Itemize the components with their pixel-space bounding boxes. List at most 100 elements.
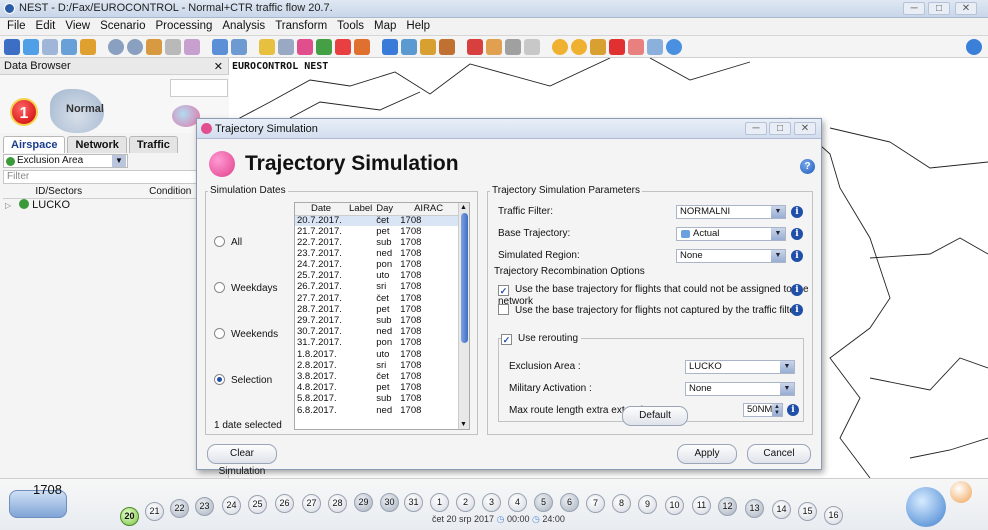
- panel-close-icon[interactable]: ✕: [214, 60, 223, 73]
- layers-icon[interactable]: [278, 38, 294, 55]
- scroll-up-icon[interactable]: ▲: [460, 204, 467, 211]
- globe-icon[interactable]: [666, 38, 682, 55]
- radio-all[interactable]: All: [214, 236, 242, 248]
- timeline-day[interactable]: 29: [354, 493, 373, 512]
- search-icon[interactable]: [950, 481, 972, 503]
- undo-icon[interactable]: [146, 38, 162, 55]
- menu-processing[interactable]: Processing: [151, 18, 216, 35]
- dialog-minimize-button[interactable]: ─: [745, 122, 767, 135]
- menu-map[interactable]: Map: [370, 18, 400, 35]
- chevron-down-icon[interactable]: ▼: [112, 155, 126, 167]
- col-label[interactable]: Label: [347, 203, 375, 216]
- timeline-day[interactable]: 3: [482, 493, 501, 512]
- dialog-maximize-button[interactable]: □: [769, 122, 791, 135]
- menu-file[interactable]: File: [3, 18, 30, 35]
- tools-icon[interactable]: [505, 38, 521, 55]
- import-icon[interactable]: [80, 38, 96, 55]
- timeline-day[interactable]: 10: [665, 496, 684, 515]
- timeline-day[interactable]: 11: [692, 496, 711, 515]
- save-as-icon[interactable]: [61, 38, 77, 55]
- timeline-day[interactable]: 28: [328, 494, 347, 513]
- table-row[interactable]: 30.7.2017. ned 1708: [295, 326, 459, 338]
- timeline-day[interactable]: 25: [248, 495, 267, 514]
- help-icon[interactable]: ?: [800, 159, 815, 174]
- menu-help[interactable]: Help: [402, 18, 434, 35]
- chevron-down-icon[interactable]: ▼: [780, 361, 794, 373]
- simulated-region-select[interactable]: None ▼: [676, 249, 786, 263]
- erase-icon[interactable]: [184, 38, 200, 55]
- open-icon[interactable]: [23, 38, 39, 55]
- timeline-day[interactable]: 13: [745, 499, 764, 518]
- cancel-button[interactable]: Cancel: [747, 444, 811, 464]
- globe-icon[interactable]: [906, 487, 946, 527]
- military-activation-select[interactable]: None ▼: [685, 382, 795, 396]
- table-row[interactable]: 21.7.2017. pet 1708: [295, 226, 459, 237]
- save-icon[interactable]: [42, 38, 58, 55]
- type-selector[interactable]: Exclusion Area ▼: [3, 154, 128, 168]
- timeline-day[interactable]: 16: [824, 506, 843, 525]
- timeline-day[interactable]: 20: [120, 507, 139, 526]
- radio-all-circle[interactable]: [214, 236, 225, 247]
- airspace-icon[interactable]: [259, 38, 275, 55]
- timeline-day[interactable]: 22: [170, 499, 189, 518]
- chevron-down-icon[interactable]: ▼: [771, 206, 785, 218]
- dates-table[interactable]: Date Label Day AIRAC 20.7.2017. čet 1708 21…: [294, 202, 470, 430]
- info-icon[interactable]: i: [791, 250, 803, 262]
- table-row[interactable]: 3.8.2017. čet 1708: [295, 371, 459, 383]
- col-day[interactable]: Day: [374, 203, 399, 216]
- info-icon[interactable]: i: [791, 284, 803, 296]
- table-row[interactable]: 26.7.2017. sri 1708: [295, 282, 459, 293]
- maximize-button[interactable]: □: [928, 2, 950, 15]
- chevron-down-icon[interactable]: ▼: [771, 228, 785, 240]
- window-icon[interactable]: [647, 38, 663, 55]
- table-row[interactable]: 5.8.2017. sub 1708: [295, 394, 459, 405]
- apply-button[interactable]: Apply: [677, 444, 737, 464]
- measure-icon[interactable]: [165, 38, 181, 55]
- table-row[interactable]: 27.7.2017. čet 1708: [295, 293, 459, 304]
- zoom-3d-icon[interactable]: [590, 38, 606, 55]
- flow-icon[interactable]: [335, 38, 351, 55]
- timeline-day[interactable]: 14: [772, 500, 791, 519]
- radio-weekdays[interactable]: Weekdays: [214, 282, 278, 294]
- new-icon[interactable]: [4, 38, 20, 55]
- export-icon[interactable]: [524, 38, 540, 55]
- menu-transform[interactable]: Transform: [271, 18, 331, 35]
- info-icon[interactable]: i: [791, 228, 803, 240]
- pointer-icon[interactable]: [628, 38, 644, 55]
- chevron-down-icon[interactable]: ▼: [780, 383, 794, 395]
- table-row[interactable]: 22.7.2017. sub 1708: [295, 237, 459, 248]
- base-trajectory-select[interactable]: Actual ▼: [676, 227, 786, 241]
- table-row[interactable]: 29.7.2017. sub 1708: [295, 315, 459, 327]
- timeline-day[interactable]: 4: [508, 493, 527, 512]
- regulation-icon[interactable]: [439, 38, 455, 55]
- info-icon[interactable]: i: [787, 404, 799, 416]
- dialog-close-button[interactable]: ✕: [794, 122, 816, 135]
- timeline-day[interactable]: 12: [718, 497, 737, 516]
- table-row[interactable]: 28.7.2017. pet 1708: [295, 304, 459, 316]
- trajectory-icon[interactable]: [297, 38, 313, 55]
- table-row[interactable]: 23.7.2017. ned 1708: [295, 248, 459, 260]
- timeline-day[interactable]: 1: [430, 493, 449, 512]
- expand-icon[interactable]: ▷: [5, 201, 11, 210]
- check-rerouting-box[interactable]: ✓: [501, 334, 512, 345]
- minimize-button[interactable]: ─: [903, 2, 925, 15]
- network-icon[interactable]: [382, 38, 398, 55]
- radio-weekdays-circle[interactable]: [214, 282, 225, 293]
- tab-airspace[interactable]: Airspace: [3, 136, 66, 153]
- table-icon[interactable]: [231, 38, 247, 55]
- col-date[interactable]: Date: [295, 203, 347, 216]
- default-button[interactable]: Default: [622, 406, 688, 426]
- scenario-selector[interactable]: [170, 79, 228, 97]
- check-network-box[interactable]: ✓: [498, 285, 509, 296]
- zoom-out-icon[interactable]: [571, 38, 587, 55]
- table-row[interactable]: 1.8.2017. uto 1708: [295, 349, 459, 360]
- refresh-icon[interactable]: [354, 38, 370, 55]
- timeline-day[interactable]: 24: [222, 496, 241, 515]
- scenario-icon[interactable]: [212, 38, 228, 55]
- radio-selection[interactable]: Selection: [214, 374, 272, 386]
- check-filter-box[interactable]: [498, 304, 509, 315]
- chart-icon[interactable]: [467, 38, 483, 55]
- timeline-day[interactable]: 23: [195, 497, 214, 516]
- online-globe-icon[interactable]: [966, 38, 982, 55]
- route-icon[interactable]: [316, 38, 332, 55]
